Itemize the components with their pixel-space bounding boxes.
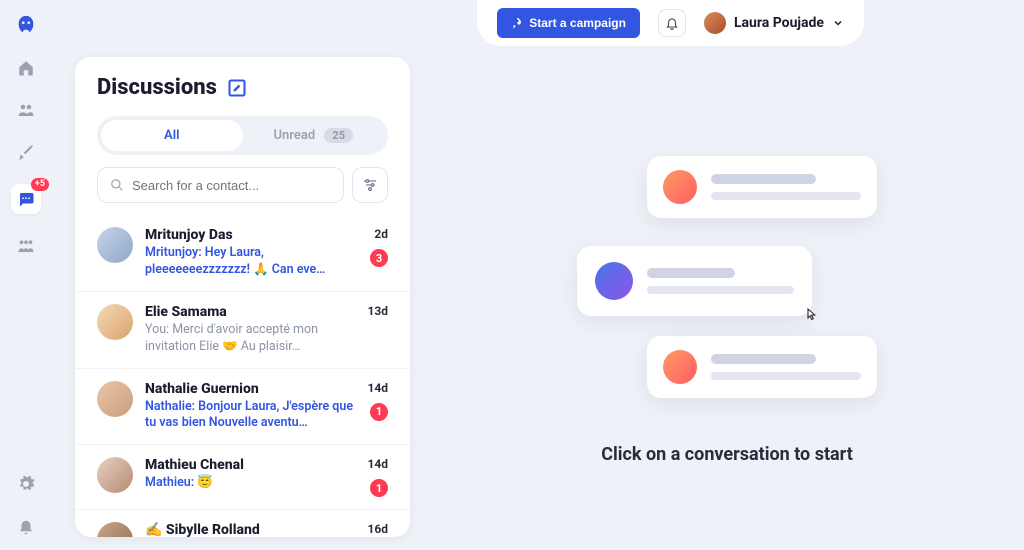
timestamp: 16d (367, 522, 388, 536)
left-nav: +5 (0, 0, 52, 550)
avatar (704, 12, 726, 34)
timestamp: 14d (367, 381, 388, 395)
conversation-item[interactable]: Mathieu Chenal Mathieu: 😇 14d 1 (75, 445, 410, 510)
contact-name: ✍️ Sibylle Rolland (145, 522, 260, 537)
search-input[interactable] (132, 178, 331, 193)
nav-settings[interactable] (16, 474, 36, 494)
unread-badge: 1 (370, 479, 388, 497)
page-title: Discussions (97, 75, 217, 100)
start-campaign-button[interactable]: Start a campaign (497, 8, 640, 38)
empty-state: Click on a conversation to start (430, 70, 1024, 550)
contact-name: Mathieu Chenal (145, 457, 244, 473)
message-preview: Mritunjoy: Hey Laura, pleeeeeeezzzzzzz! … (145, 245, 358, 279)
tab-all[interactable]: All (101, 120, 243, 151)
tab-unread-label: Unread (274, 128, 316, 143)
filters-button[interactable] (352, 167, 388, 203)
contact-name: Elie Samama (145, 304, 227, 320)
notifications-button[interactable] (658, 9, 686, 37)
rocket-icon (511, 17, 523, 29)
discussions-panel: Discussions All Unread 25 Mritunjoy DasM… (75, 57, 410, 537)
tab-unread-count: 25 (324, 128, 353, 143)
conversation-item[interactable]: Elie Samama You: Merci d'avoir accepté mo… (75, 292, 410, 369)
tab-all-label: All (164, 128, 179, 143)
conversation-item[interactable]: Nathalie Guernion Nathalie: Bonjour Laura… (75, 369, 410, 446)
avatar (97, 381, 133, 417)
nav-team[interactable] (16, 236, 36, 256)
cursor-icon (802, 306, 820, 324)
contact-name: Nathalie Guernion (145, 381, 259, 397)
illus-card (647, 336, 877, 398)
nav-discussions-badge: +5 (31, 178, 49, 191)
search-icon (110, 178, 124, 192)
timestamp: 2d (374, 227, 388, 241)
message-preview: Mathieu: 😇 (145, 475, 355, 492)
message-preview: You: Merci d'avoir accepté mon invitatio… (145, 322, 355, 356)
timestamp: 14d (367, 457, 388, 471)
nav-home[interactable] (16, 58, 36, 78)
illus-card-active (577, 246, 812, 316)
avatar (97, 227, 133, 263)
nav-discussions[interactable]: +5 (11, 184, 41, 214)
start-campaign-label: Start a campaign (529, 16, 626, 30)
filter-tabs: All Unread 25 (97, 116, 388, 155)
unread-badge: 1 (370, 403, 388, 421)
chevron-down-icon (832, 17, 844, 29)
search-input-wrapper[interactable] (97, 167, 344, 203)
user-name: Laura Poujade (734, 15, 824, 31)
topbar: Start a campaign Laura Poujade (477, 0, 864, 46)
timestamp: 13d (367, 304, 388, 318)
compose-icon[interactable] (227, 78, 247, 98)
tab-unread[interactable]: Unread 25 (243, 120, 385, 151)
nav-campaigns[interactable] (16, 142, 36, 162)
unread-badge: 3 (370, 249, 388, 267)
nav-alerts[interactable] (16, 516, 36, 536)
conversation-item[interactable]: ✍️ Sibylle Rolland✍️ Sibylle: avec plais… (75, 510, 410, 537)
illus-card (647, 156, 877, 218)
avatar (97, 457, 133, 493)
empty-illustration (577, 156, 877, 416)
nav-contacts[interactable] (16, 100, 36, 120)
user-menu[interactable]: Laura Poujade (704, 12, 844, 34)
avatar (97, 522, 133, 537)
empty-message: Click on a conversation to start (601, 444, 853, 465)
conversation-item[interactable]: Mritunjoy Das Mritunjoy: Hey Laura, pleee… (75, 215, 410, 292)
app-logo[interactable] (15, 14, 37, 36)
avatar (97, 304, 133, 340)
conversation-list[interactable]: Mritunjoy Das Mritunjoy: Hey Laura, pleee… (75, 215, 410, 537)
contact-name: Mritunjoy Das (145, 227, 233, 243)
message-preview: Nathalie: Bonjour Laura, J'espère que tu… (145, 399, 355, 433)
